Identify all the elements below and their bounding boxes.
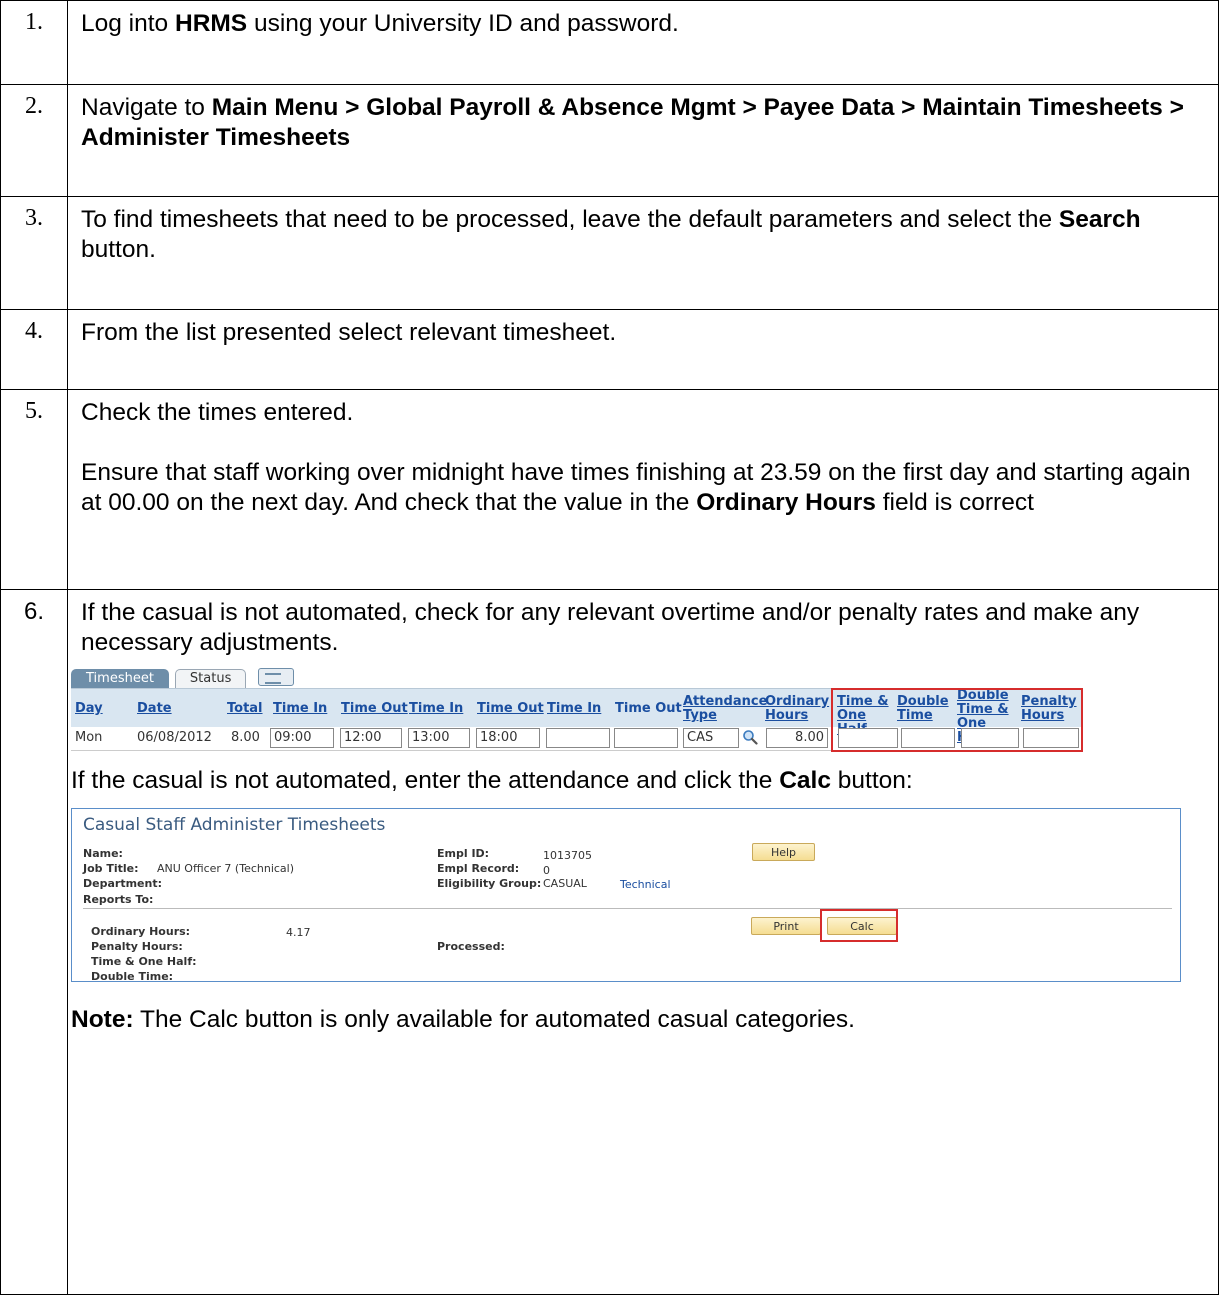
- col-header-time-in-3[interactable]: Time In: [547, 702, 601, 716]
- penalty-hours-label: Penalty Hours:: [91, 940, 183, 953]
- text-run: Log into: [81, 10, 175, 37]
- time-in-3-input[interactable]: [546, 728, 610, 748]
- tab-timesheet[interactable]: Timesheet: [71, 669, 169, 688]
- step-text: Log into HRMS using your University ID a…: [67, 0, 1219, 85]
- ordinary-hours-input[interactable]: 8.00: [766, 728, 828, 748]
- print-button[interactable]: Print: [751, 917, 821, 935]
- casual-timesheet-screenshot: Casual Staff Administer Timesheets Name:…: [71, 808, 1181, 983]
- col-header-ordinary-hours[interactable]: Ordinary Hours: [765, 695, 829, 723]
- instruction-table: 1. Log into HRMS using your University I…: [0, 0, 1219, 1295]
- ordinary-hours-label: Ordinary Hours:: [91, 925, 191, 938]
- text-run: button.: [81, 236, 156, 263]
- step-row-6: 6. If the casual is not automated, check…: [0, 589, 1219, 1295]
- name-label: Name:: [83, 847, 123, 860]
- col-header-attendance-type[interactable]: Attendance Type: [683, 695, 767, 723]
- col-header-date[interactable]: Date: [137, 702, 172, 716]
- time-out-3-input[interactable]: [614, 728, 678, 748]
- step-row-5: 5. Check the times entered. Ensure that …: [0, 389, 1219, 590]
- tab-status[interactable]: Status: [174, 669, 247, 688]
- processed-label: Processed:: [437, 940, 505, 953]
- step-row-3: 3. To find timesheets that need to be pr…: [0, 196, 1219, 310]
- col-header-time-in-2[interactable]: Time In: [409, 702, 463, 716]
- step-text: Check the times entered. Ensure that sta…: [67, 389, 1219, 590]
- step-row-4: 4. From the list presented select releva…: [0, 309, 1219, 390]
- time-in-2-input[interactable]: 13:00: [408, 728, 470, 748]
- attendance-type-input[interactable]: CAS: [683, 728, 739, 748]
- step-number: 6.: [0, 589, 68, 1295]
- divider: [83, 908, 1172, 909]
- text-run: Navigate to: [81, 94, 212, 121]
- eligibility-link[interactable]: Technical: [620, 878, 671, 891]
- row-day: Mon: [75, 730, 103, 745]
- note-paragraph: Note: The Calc button is only available …: [71, 1005, 1208, 1035]
- reports-to-label: Reports To:: [83, 893, 154, 906]
- col-header-time-out-1[interactable]: Time Out: [341, 702, 408, 716]
- time-one-half-label: Time & One Half:: [91, 955, 197, 968]
- bold-run: Search: [1058, 206, 1141, 233]
- bold-run: Ordinary Hours: [696, 489, 876, 516]
- step-number: 4.: [0, 309, 68, 390]
- step-text: To find timesheets that need to be proce…: [67, 196, 1219, 310]
- col-header-total[interactable]: Total: [227, 702, 263, 716]
- step-intro: If the casual is not automated, check fo…: [81, 599, 1140, 656]
- empl-record-value: 0: [543, 864, 550, 877]
- step-row-2: 2. Navigate to Main Menu > Global Payrol…: [0, 84, 1219, 197]
- highlight-overtime-columns: [831, 688, 1083, 752]
- department-label: Department:: [83, 877, 162, 890]
- empl-id-label: Empl ID:: [437, 847, 490, 860]
- step-number: 2.: [0, 84, 68, 197]
- time-out-1-input[interactable]: 12:00: [340, 728, 402, 748]
- text-run: The Calc button is only available for au…: [133, 1006, 855, 1033]
- empl-record-label: Empl Record:: [437, 862, 520, 875]
- empl-id-value: 1013705: [543, 849, 592, 862]
- ordinary-hours-value: 4.17: [286, 926, 311, 939]
- row-total: 8.00: [231, 730, 260, 745]
- col-header-time-out-3: Time Out: [615, 701, 682, 716]
- step-line: Check the times entered.: [81, 399, 354, 426]
- col-header-time-out-2[interactable]: Time Out: [477, 702, 544, 716]
- step-text: If the casual is not automated, check fo…: [67, 589, 1219, 1295]
- job-title-label: Job Title:: [83, 862, 139, 875]
- page-title: Casual Staff Administer Timesheets: [83, 815, 386, 835]
- bold-run: Note:: [71, 1006, 134, 1033]
- time-in-1-input[interactable]: 09:00: [270, 728, 334, 748]
- bold-run: Calc: [779, 767, 831, 794]
- step-row-1: 1. Log into HRMS using your University I…: [0, 0, 1219, 85]
- lookup-magnifier-icon[interactable]: [742, 729, 758, 745]
- step-number: 1.: [0, 0, 68, 85]
- step-paragraph: Ensure that staff working over midnight …: [81, 458, 1208, 518]
- eligibility-group-label: Eligibility Group:: [437, 877, 542, 890]
- time-out-2-input[interactable]: 18:00: [476, 728, 540, 748]
- help-button[interactable]: Help: [752, 843, 815, 861]
- step-number: 5.: [0, 389, 68, 590]
- double-time-label: Double Time:: [91, 970, 174, 983]
- bold-run: Main Menu > Global Payroll & Absence Mgm…: [81, 94, 1184, 151]
- highlight-calc-button: [820, 909, 898, 942]
- text-run: If the casual is not automated, enter th…: [71, 767, 780, 794]
- job-title-value: ANU Officer 7 (Technical): [157, 862, 295, 875]
- eligibility-group-value: CASUAL: [543, 877, 587, 890]
- timesheet-tabs: Timesheet Status: [71, 668, 295, 688]
- text-run: button:: [831, 767, 913, 794]
- step-text: Navigate to Main Menu > Global Payroll &…: [67, 84, 1219, 197]
- text-run: To find timesheets that need to be proce…: [81, 206, 1059, 233]
- col-header-day[interactable]: Day: [75, 702, 103, 716]
- text-run: using your University ID and password.: [247, 10, 679, 37]
- show-all-columns-icon[interactable]: [258, 668, 295, 686]
- col-header-time-in-1[interactable]: Time In: [273, 702, 327, 716]
- step-number: 3.: [0, 196, 68, 310]
- row-date: 06/08/2012: [137, 730, 212, 745]
- calc-instruction: If the casual is not automated, enter th…: [71, 766, 1208, 796]
- text-run: field is correct: [875, 489, 1034, 516]
- bold-run: HRMS: [175, 10, 248, 37]
- timesheet-screenshot: Timesheet Status Day Date Total Time In …: [71, 668, 1083, 752]
- step-text: From the list presented select relevant …: [67, 309, 1219, 390]
